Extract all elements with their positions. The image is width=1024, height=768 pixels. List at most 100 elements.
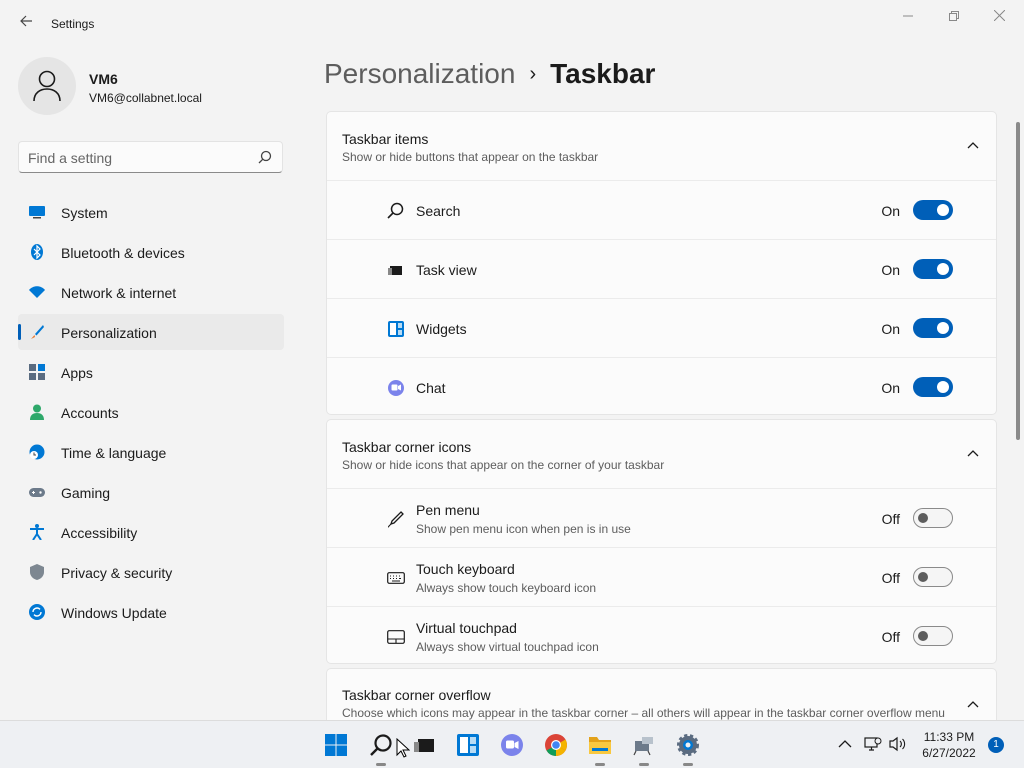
breadcrumb-parent[interactable]: Personalization	[324, 58, 515, 89]
pen-menu-toggle[interactable]	[913, 508, 953, 528]
sidebar-item-label: Time & language	[61, 445, 167, 461]
volume-icon[interactable]	[889, 736, 907, 752]
chrome-button[interactable]	[540, 729, 572, 761]
sidebar-item-label: Accounts	[61, 405, 119, 421]
sidebar-item-accounts[interactable]: Accounts	[18, 394, 284, 430]
user-email: VM6@collabnet.local	[89, 91, 202, 105]
network-icon[interactable]	[864, 735, 882, 753]
chevron-up-icon[interactable]	[966, 697, 980, 711]
sidebar-item-label: Privacy & security	[61, 565, 173, 581]
sidebar-item-label: Personalization	[61, 325, 157, 341]
sidebar-item-time-language[interactable]: Time & language	[18, 434, 284, 470]
virtual-touchpad-toggle[interactable]	[913, 626, 953, 646]
setting-row-task-view: Task view On	[327, 239, 996, 298]
section-subtitle: Choose which icons may appear in the tas…	[342, 706, 945, 720]
task-view-button[interactable]	[408, 729, 440, 761]
widgets-button[interactable]	[452, 729, 484, 761]
corner-icons-section: Taskbar corner icons Show or hide icons …	[326, 419, 997, 664]
sidebar-item-gaming[interactable]: Gaming	[18, 474, 284, 510]
file-explorer-button[interactable]	[584, 729, 616, 766]
user-profile[interactable]: VM6 VM6@collabnet.local	[18, 57, 288, 119]
search-icon	[387, 202, 404, 219]
sidebar-item-apps[interactable]: Apps	[18, 354, 284, 390]
person-icon	[33, 70, 61, 102]
clock[interactable]: 11:33 PM 6/27/2022	[918, 729, 980, 761]
search-input[interactable]	[28, 148, 253, 168]
sidebar-item-windows-update[interactable]: Windows Update	[18, 594, 284, 630]
clock-date: 6/27/2022	[922, 746, 976, 760]
file-explorer-icon	[589, 737, 611, 754]
chat-icon	[388, 380, 404, 396]
widgets-icon	[388, 321, 404, 337]
apps-icon	[29, 364, 45, 380]
notification-badge[interactable]: 1	[988, 737, 1004, 753]
corner-overflow-section: Taskbar corner overflow Choose which ico…	[326, 668, 997, 720]
brush-icon	[31, 325, 44, 339]
sidebar-item-label: System	[61, 205, 108, 221]
settings-icon	[677, 734, 699, 756]
search-icon[interactable]	[258, 150, 272, 164]
chrome-icon	[545, 734, 567, 756]
toggle-state: Off	[881, 570, 900, 586]
settings-button[interactable]	[672, 729, 704, 766]
widgets-toggle[interactable]	[913, 318, 953, 338]
settings-window: Settings VM6 VM6@collabnet.local System …	[0, 0, 1024, 720]
sidebar-item-personalization[interactable]: Personalization	[18, 314, 284, 350]
setting-label: Pen menu	[416, 502, 480, 518]
section-title: Taskbar corner icons	[342, 439, 472, 455]
clock-time: 11:33 PM	[923, 730, 975, 744]
section-subtitle: Show or hide buttons that appear on the …	[342, 150, 599, 164]
chevron-up-icon[interactable]	[838, 738, 852, 750]
setting-label: Widgets	[416, 321, 467, 337]
page-title: Taskbar	[550, 58, 656, 89]
section-subtitle: Show or hide icons that appear on the co…	[342, 458, 665, 472]
settings-search[interactable]	[18, 141, 283, 173]
chat-icon	[501, 734, 523, 756]
setting-label: Chat	[416, 380, 446, 396]
setting-row-virtual-touchpad: Virtual touchpad Always show virtual tou…	[327, 606, 996, 665]
task-view-toggle[interactable]	[913, 259, 953, 279]
search-toggle[interactable]	[913, 200, 953, 220]
back-arrow-icon[interactable]	[14, 12, 38, 36]
taskbar-search-button[interactable]	[365, 729, 397, 766]
widgets-icon	[457, 734, 479, 756]
person-icon	[30, 404, 44, 420]
mouse-cursor-icon	[396, 738, 410, 758]
minimize-button[interactable]	[893, 8, 923, 26]
wifi-icon	[29, 286, 45, 298]
section-header[interactable]: Taskbar corner icons Show or hide icons …	[327, 420, 996, 488]
setting-row-search: Search On	[327, 180, 996, 239]
setting-label: Virtual touchpad	[416, 620, 517, 636]
chevron-up-icon[interactable]	[966, 446, 980, 460]
touch-keyboard-toggle[interactable]	[913, 567, 953, 587]
scrollbar[interactable]	[1016, 122, 1020, 440]
accessibility-icon	[30, 524, 44, 540]
sidebar-item-label: Bluetooth & devices	[61, 245, 185, 261]
sidebar-item-system[interactable]: System	[18, 194, 284, 230]
sidebar-item-privacy[interactable]: Privacy & security	[18, 554, 284, 590]
sidebar-item-bluetooth[interactable]: Bluetooth & devices	[18, 234, 284, 270]
chat-button[interactable]	[496, 729, 528, 761]
setting-label: Touch keyboard	[416, 561, 515, 577]
taskbar-items-section: Taskbar items Show or hide buttons that …	[326, 111, 997, 415]
chat-toggle[interactable]	[913, 377, 953, 397]
setting-row-widgets: Widgets On	[327, 298, 996, 357]
section-header[interactable]: Taskbar items Show or hide buttons that …	[327, 112, 996, 180]
sidebar-item-network[interactable]: Network & internet	[18, 274, 284, 310]
app-title: Settings	[51, 17, 95, 31]
toggle-state: Off	[881, 629, 900, 645]
toggle-state: On	[881, 321, 900, 337]
restore-button[interactable]	[939, 8, 969, 26]
network-app-button[interactable]	[628, 729, 660, 766]
sidebar-item-accessibility[interactable]: Accessibility	[18, 514, 284, 550]
chevron-up-icon[interactable]	[966, 138, 980, 152]
start-button[interactable]	[320, 729, 352, 761]
setting-description: Always show touch keyboard icon	[416, 581, 597, 595]
section-title: Taskbar corner overflow	[342, 687, 491, 703]
title-bar: Settings	[0, 0, 1024, 48]
setting-row-chat: Chat On	[327, 357, 996, 416]
close-button[interactable]	[984, 8, 1014, 26]
section-header[interactable]: Taskbar corner overflow Choose which ico…	[327, 669, 996, 720]
setting-description: Always show virtual touchpad icon	[416, 640, 599, 654]
breadcrumb: Personalization › Taskbar	[324, 58, 655, 90]
